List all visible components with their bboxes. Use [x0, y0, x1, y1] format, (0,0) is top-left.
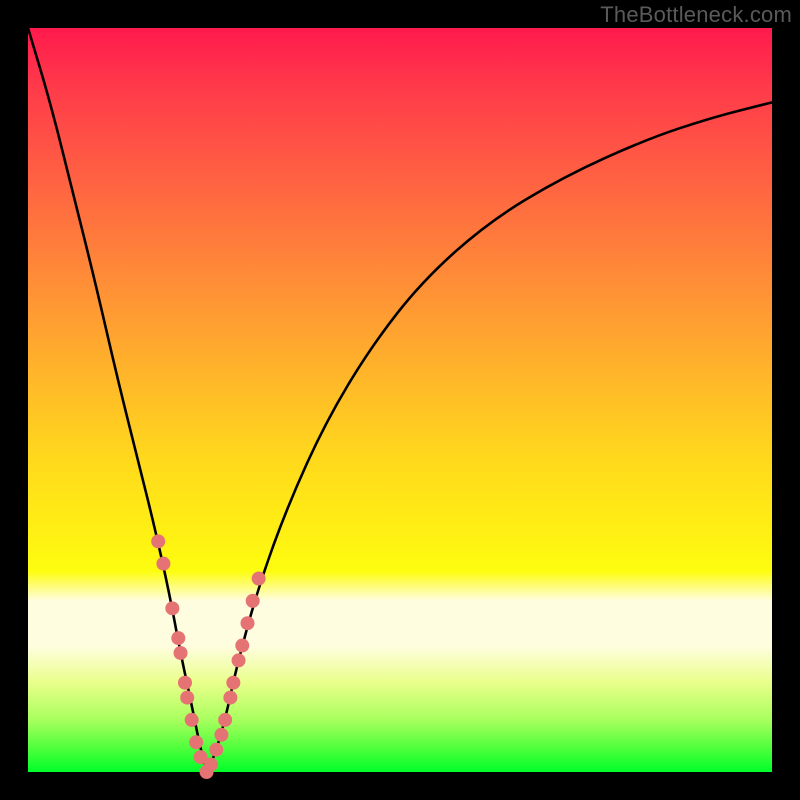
curve-data-markers: [151, 534, 265, 779]
bottleneck-curve-svg: [28, 28, 772, 772]
data-marker: [178, 676, 192, 690]
watermark-text: TheBottleneck.com: [600, 2, 792, 28]
data-marker: [246, 594, 260, 608]
data-marker: [185, 713, 199, 727]
data-marker: [214, 728, 228, 742]
data-marker: [156, 557, 170, 571]
data-marker: [204, 758, 218, 772]
data-marker: [180, 691, 194, 705]
data-marker: [223, 691, 237, 705]
data-marker: [240, 616, 254, 630]
bottleneck-curve: [28, 28, 772, 767]
data-marker: [252, 572, 266, 586]
chart-frame: [28, 28, 772, 772]
data-marker: [226, 676, 240, 690]
data-marker: [151, 534, 165, 548]
data-marker: [209, 743, 223, 757]
data-marker: [218, 713, 232, 727]
data-marker: [189, 735, 203, 749]
data-marker: [232, 653, 246, 667]
data-marker: [235, 639, 249, 653]
data-marker: [165, 601, 179, 615]
data-marker: [174, 646, 188, 660]
data-marker: [171, 631, 185, 645]
